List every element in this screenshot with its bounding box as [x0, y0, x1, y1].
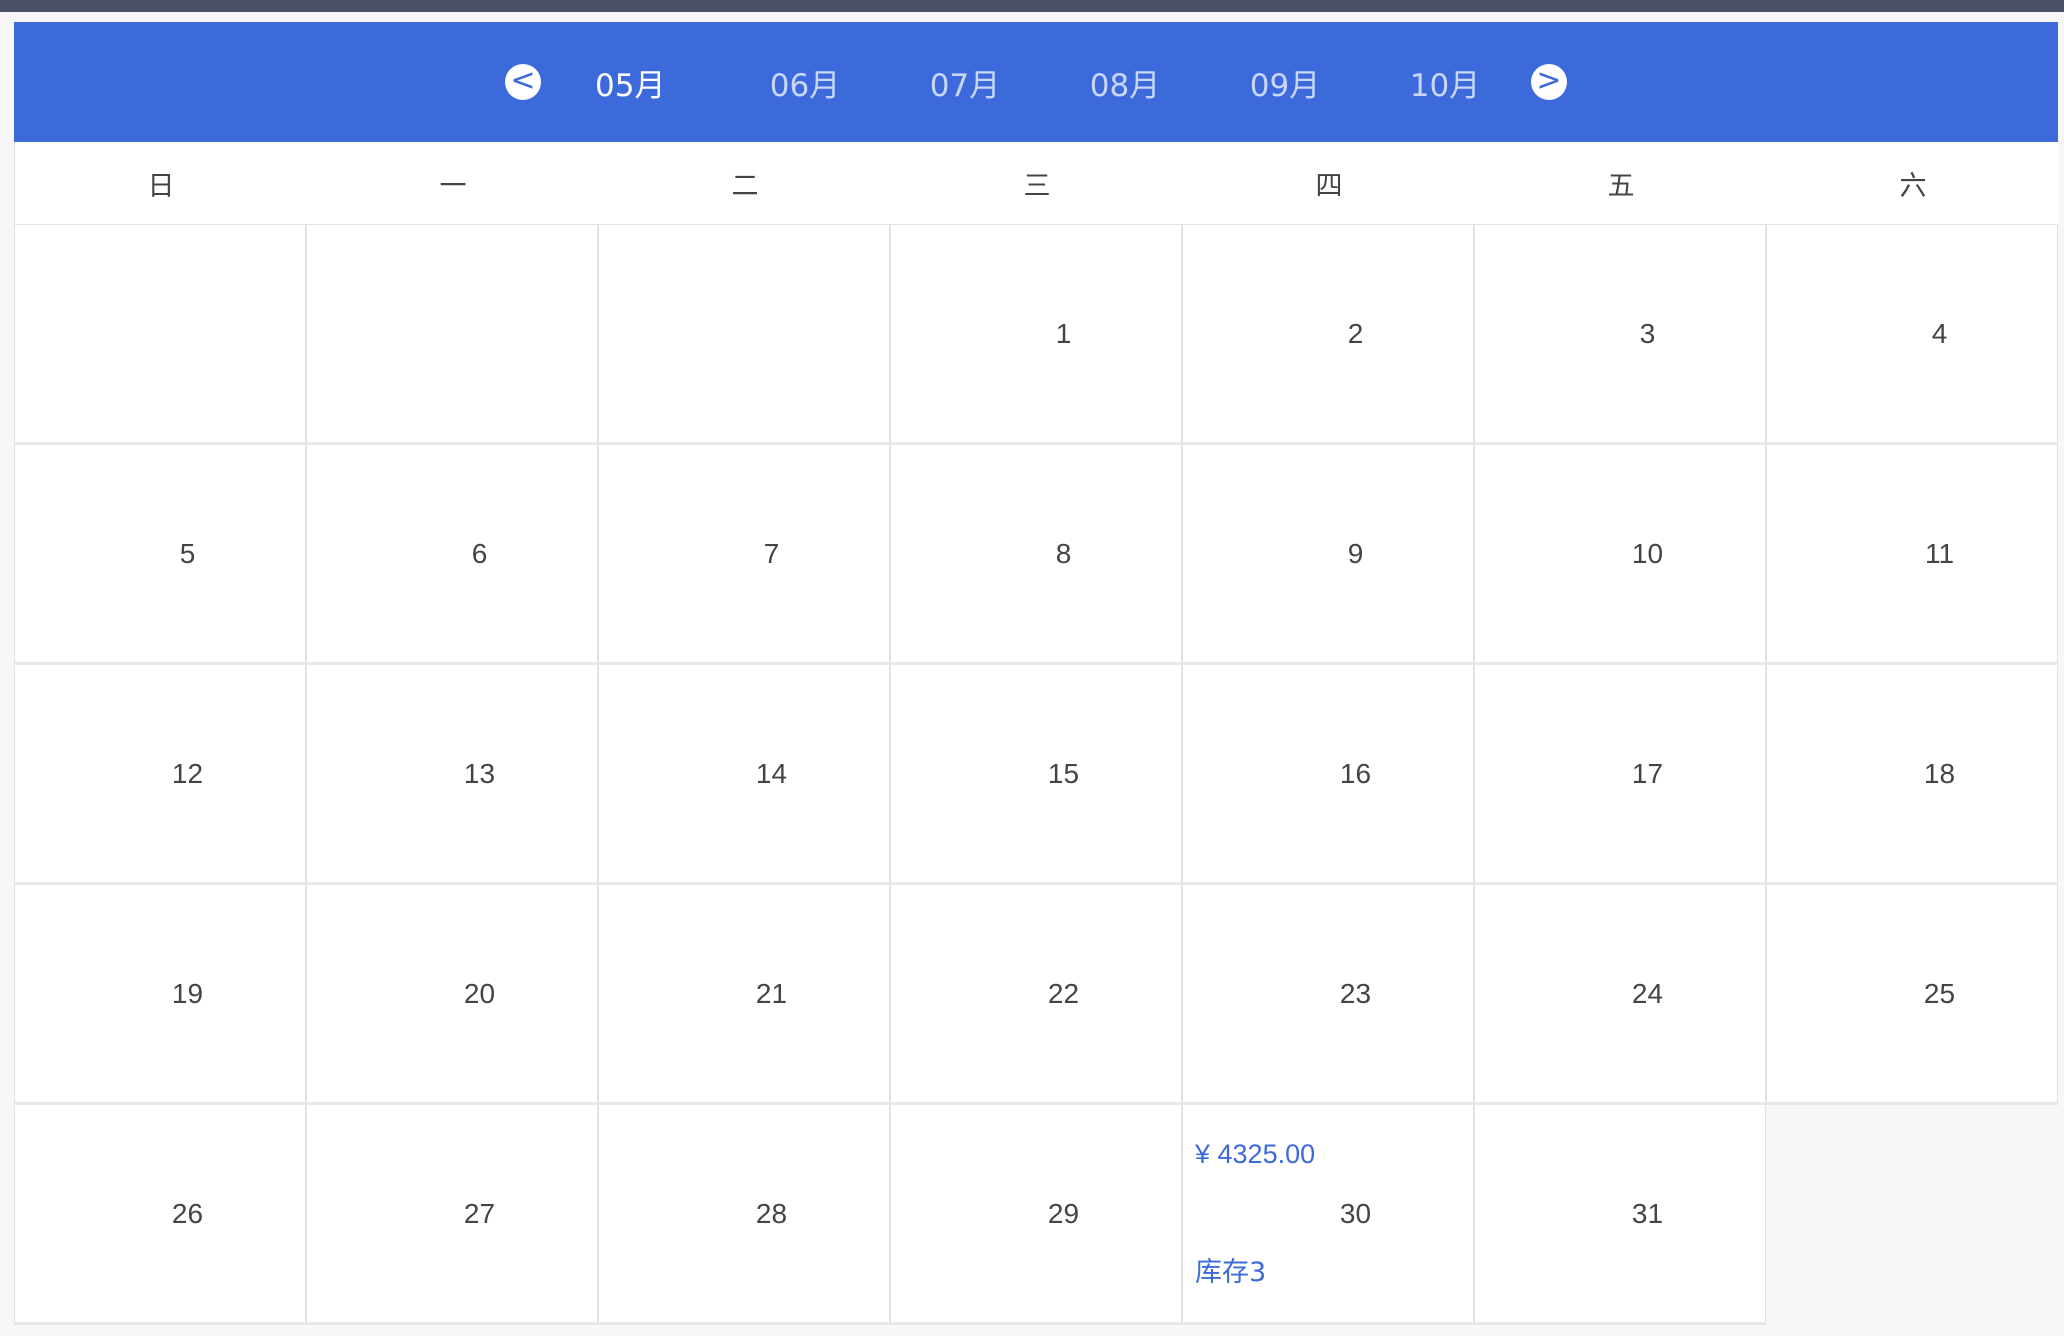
calendar-day-cell[interactable]: 31	[1474, 1105, 1766, 1325]
day-number: 26	[171, 1197, 204, 1229]
day-number: 17	[1631, 757, 1664, 789]
day-number: 16	[1339, 757, 1372, 789]
month-tab-10[interactable]: 10月	[1365, 60, 1525, 105]
day-number: 9	[1347, 537, 1364, 569]
day-number: 21	[755, 977, 788, 1009]
calendar-day-cell[interactable]: 18	[1766, 665, 2058, 885]
prev-month-button[interactable]: <	[505, 64, 541, 100]
day-number: 23	[1339, 977, 1372, 1009]
day-number: 25	[1923, 977, 1956, 1009]
calendar-day-cell[interactable]: 30 ¥ 4325.00 库存3	[1182, 1105, 1474, 1325]
day-number: 27	[463, 1197, 496, 1229]
calendar-day-cell[interactable]: 5	[14, 445, 306, 665]
calendar-day-cell[interactable]: 21	[598, 885, 890, 1105]
day-number: 7	[763, 537, 780, 569]
day-number: 30	[1339, 1197, 1372, 1229]
calendar-day-cell[interactable]: 20	[306, 885, 598, 1105]
calendar-day-cell[interactable]: 1	[890, 225, 1182, 445]
calendar-empty-cell	[14, 225, 306, 445]
calendar-day-cell[interactable]: 14	[598, 665, 890, 885]
calendar-day-cell[interactable]: 2	[1182, 225, 1474, 445]
calendar-day-cell[interactable]: 3	[1474, 225, 1766, 445]
calendar-day-cell[interactable]: 23	[1182, 885, 1474, 1105]
weekday-wed: 三	[1023, 170, 1051, 202]
month-tab-06[interactable]: 06月	[725, 60, 885, 105]
calendar-day-cell[interactable]: 26	[14, 1105, 306, 1325]
next-month-button[interactable]: >	[1531, 64, 1567, 100]
day-number: 11	[1924, 537, 1955, 569]
calendar-day-cell[interactable]: 13	[306, 665, 598, 885]
day-number: 31	[1631, 1197, 1664, 1229]
calendar-day-cell[interactable]: 9	[1182, 445, 1474, 665]
calendar-day-cell[interactable]: 25	[1766, 885, 2058, 1105]
calendar-day-cell[interactable]: 27	[306, 1105, 598, 1325]
day-number: 29	[1047, 1197, 1080, 1229]
day-number: 1	[1055, 317, 1072, 349]
day-number: 3	[1639, 317, 1656, 349]
day-number: 10	[1631, 537, 1664, 569]
weekday-mon: 一	[439, 170, 467, 202]
month-bar: < 05月 06月 07月 08月 09月 10月 >	[14, 22, 2058, 142]
weekday-header: 日 一 二 三 四 五 六	[14, 142, 2058, 225]
weekday-sun: 日	[147, 170, 175, 202]
month-tab-05[interactable]: 05月	[595, 60, 705, 105]
month-tab-07[interactable]: 07月	[885, 60, 1045, 105]
calendar-day-cell[interactable]: 17	[1474, 665, 1766, 885]
calendar-day-cell[interactable]: 19	[14, 885, 306, 1105]
calendar-day-cell[interactable]: 6	[306, 445, 598, 665]
day-number: 22	[1047, 977, 1080, 1009]
month-tab-09[interactable]: 09月	[1205, 60, 1365, 105]
weekday-fri: 五	[1607, 170, 1635, 202]
day-number: 28	[755, 1197, 788, 1229]
calendar-day-cell[interactable]: 16	[1182, 665, 1474, 885]
top-strip	[0, 0, 2064, 12]
calendar-empty-cell	[306, 225, 598, 445]
day-grid: 1 2 3 4 5 6 7 8 9 10 11 12 13 14 15 16 17 18 19 20 21 22 23 24 2…	[14, 225, 2058, 1325]
calendar-day-cell[interactable]: 7	[598, 445, 890, 665]
day-number: 18	[1923, 757, 1956, 789]
weekday-thu: 四	[1315, 170, 1343, 202]
calendar-day-cell[interactable]: 10	[1474, 445, 1766, 665]
day-number: 13	[463, 757, 496, 789]
day-number: 6	[471, 537, 488, 569]
calendar-day-cell[interactable]: 11	[1766, 445, 2058, 665]
calendar-day-cell[interactable]: 24	[1474, 885, 1766, 1105]
price-calendar: < 05月 06月 07月 08月 09月 10月 > 日 一 二 三 四 五 …	[14, 22, 2058, 1325]
calendar-empty-cell	[598, 225, 890, 445]
calendar-day-cell[interactable]: 29	[890, 1105, 1182, 1325]
day-number: 20	[463, 977, 496, 1009]
calendar-day-cell[interactable]: 28	[598, 1105, 890, 1325]
day-number: 5	[179, 537, 196, 569]
day-number: 24	[1631, 977, 1664, 1009]
calendar-day-cell[interactable]: 8	[890, 445, 1182, 665]
day-number: 8	[1055, 537, 1072, 569]
day-number: 19	[171, 977, 204, 1009]
day-number: 2	[1347, 317, 1364, 349]
day-number: 4	[1931, 317, 1948, 349]
weekday-sat: 六	[1899, 170, 1927, 202]
calendar-day-cell[interactable]: 12	[14, 665, 306, 885]
calendar-blank	[1766, 1105, 2058, 1325]
day-number: 12	[171, 757, 204, 789]
calendar-day-cell[interactable]: 22	[890, 885, 1182, 1105]
calendar-day-cell[interactable]: 15	[890, 665, 1182, 885]
month-tab-08[interactable]: 08月	[1045, 60, 1205, 105]
day-number: 14	[755, 757, 788, 789]
day-price: ¥ 4325.00	[1195, 1139, 1316, 1169]
day-number: 15	[1047, 757, 1080, 789]
weekday-tue: 二	[731, 170, 759, 202]
day-stock: 库存3	[1195, 1257, 1267, 1288]
calendar-day-cell[interactable]: 4	[1766, 225, 2058, 445]
